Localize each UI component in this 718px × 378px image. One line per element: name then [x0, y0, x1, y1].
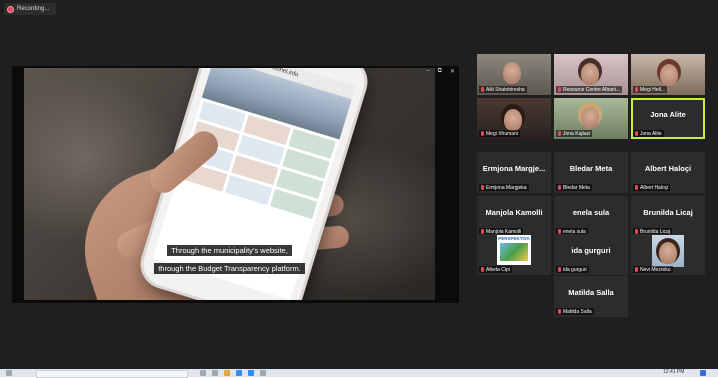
participant-display-name: ida gurguri [571, 246, 611, 255]
participant-display-name: Bledar Meta [569, 164, 613, 173]
app-icon[interactable] [212, 370, 218, 376]
recording-label: Recording... [17, 6, 50, 12]
close-icon[interactable]: ✕ [450, 68, 455, 75]
participant-name: Bledar Meta [556, 184, 592, 191]
participant-name: Megi Hell... [633, 86, 668, 93]
participant-display-name: Manjola Kamolli [485, 208, 543, 217]
person-image [660, 64, 678, 86]
person-image [504, 109, 522, 131]
participant-name: ida gurguri [556, 266, 589, 273]
folder-icon[interactable] [224, 370, 230, 376]
participant-tile[interactable]: Ermjona Margje... Ermjona Margjeka [477, 152, 551, 193]
video-subtitles: Through the municipality’s website, thro… [24, 240, 435, 276]
muted-mic-icon [481, 185, 484, 190]
muted-mic-icon [558, 185, 561, 190]
participant-name: Resource Centre Albani... [556, 86, 622, 93]
participant-tile[interactable]: Bledar Meta Bledar Meta [554, 152, 628, 193]
muted-mic-icon [558, 87, 561, 92]
record-icon [8, 6, 13, 12]
muted-mic-icon [481, 267, 484, 272]
muted-mic-icon [481, 87, 484, 92]
participant-tile[interactable]: Megi Xhumani [477, 98, 551, 139]
participant-tile[interactable]: enela sula enela sula [554, 196, 628, 237]
logo-image: PERSPEKTIVA [497, 235, 531, 265]
participant-display-name: Matilda Salla [568, 288, 614, 297]
windows-taskbar: 12:41 PM [0, 369, 718, 378]
app-icon[interactable] [260, 370, 266, 376]
subtitle-line: Through the municipality’s website, [167, 245, 292, 256]
muted-mic-icon [635, 185, 638, 190]
participant-tile[interactable]: Matilda Salla Matilda Salla [554, 276, 628, 317]
person-image [581, 107, 599, 129]
participant-name: Megi Xhumani [479, 130, 520, 137]
person-image [581, 63, 599, 85]
start-icon[interactable] [6, 370, 12, 376]
muted-mic-icon [481, 131, 484, 136]
app-icon[interactable] [200, 370, 206, 376]
participant-tile[interactable]: Resource Centre Albani... [554, 54, 628, 95]
participant-display-name: Brunilda Licaj [643, 208, 693, 217]
participant-name: Jona Kajtazi [556, 130, 593, 137]
participant-name: Ermjona Margjeka [479, 184, 529, 191]
participant-tile[interactable]: Alili Shatobiresha [477, 54, 551, 95]
notification-icon[interactable] [700, 370, 706, 376]
recording-indicator[interactable]: Recording... [4, 3, 57, 15]
participant-name: Jona Alite [633, 130, 664, 137]
participant-display-name: Ermjona Margje... [482, 164, 546, 173]
participant-display-name: Jona Alite [650, 110, 686, 119]
muted-mic-icon [635, 87, 638, 92]
participant-tile[interactable]: Albert Haloçi Albert Haloçi [631, 152, 705, 193]
muted-mic-icon [635, 131, 638, 136]
participant-name: Alili Shatobiresha [479, 86, 527, 93]
zoom-icon[interactable] [248, 370, 254, 376]
restore-icon[interactable]: ⧉ [438, 68, 442, 75]
participant-tile[interactable]: Jona Kajtazi [554, 98, 628, 139]
person-image [659, 242, 677, 264]
muted-mic-icon [635, 267, 638, 272]
participant-tile[interactable]: Manjola Kamolli Manjola Kamolli [477, 196, 551, 237]
participant-tile[interactable]: ida gurguri ida gurguri [554, 234, 628, 275]
subtitle-line: through the Budget Transparency platform… [154, 263, 305, 274]
participant-tile[interactable]: Brunilda Licaj Brunilda Licaj [631, 196, 705, 237]
muted-mic-icon [558, 267, 561, 272]
participant-name: Alketa Cipi [479, 266, 512, 273]
participant-name: Nevi Mezreku [633, 266, 673, 273]
participant-tile-active-speaker[interactable]: Jona Alite Jona Alite [631, 98, 705, 139]
shared-video: fushel.info Through the municipality’s w… [24, 68, 435, 300]
share-window-controls: – ⧉ ✕ [426, 68, 455, 75]
browser-icon[interactable] [236, 370, 242, 376]
taskbar-clock: 12:41 PM [663, 369, 685, 375]
participant-tile[interactable]: PERSPEKTIVA Alketa Cipi [477, 234, 551, 275]
participant-display-name: Albert Haloçi [644, 164, 692, 173]
zoom-meeting-window: Recording... – ⧉ ✕ fushel.info Through t… [0, 0, 718, 369]
participant-tile[interactable]: Nevi Mezreku [631, 234, 705, 275]
participant-display-name: enela sula [572, 208, 610, 217]
muted-mic-icon [558, 131, 561, 136]
participant-name: Matilda Salla [556, 308, 594, 315]
shared-screen: – ⧉ ✕ fushel.info Through the municipali… [12, 66, 459, 303]
participant-name: Albert Haloçi [633, 184, 671, 191]
minimize-icon[interactable]: – [426, 68, 429, 75]
participant-tile[interactable]: Megi Hell... [631, 54, 705, 95]
person-image [503, 62, 521, 84]
muted-mic-icon [558, 309, 561, 314]
